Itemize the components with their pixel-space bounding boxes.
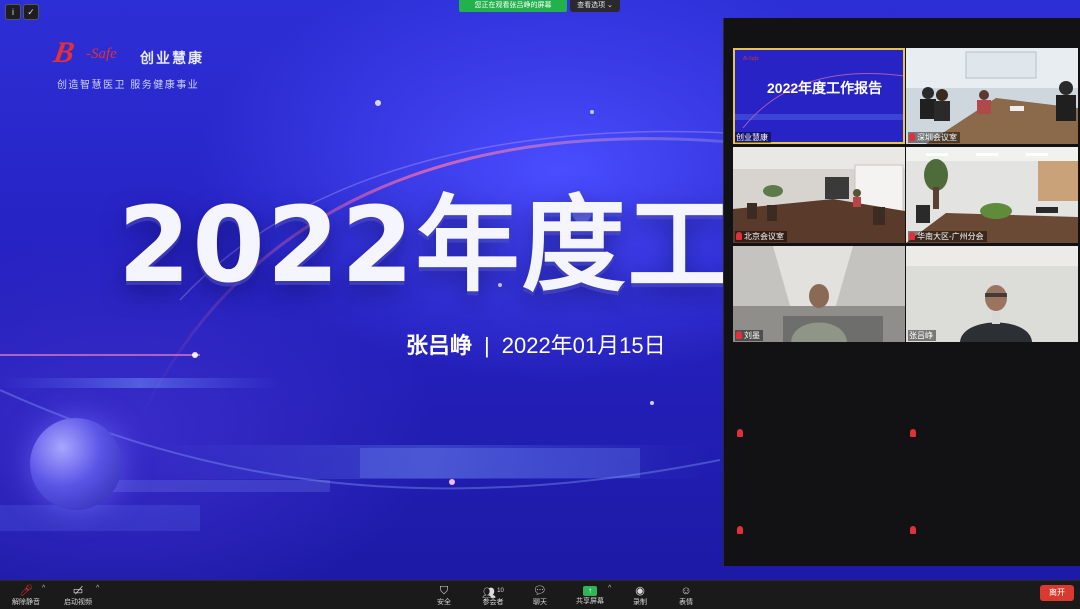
mic-muted-icon	[909, 133, 915, 141]
presenter-name: 张吕峥	[406, 333, 473, 358]
mic-muted-icon	[737, 526, 743, 534]
video-off-icon: ▭̸	[72, 585, 84, 597]
participant-gallery: B-Safe 2022年度工作报告 创业慧康 深圳会议室 北京会议室 华南大区-…	[723, 18, 1080, 566]
participant-tile[interactable]: 张吕峥	[906, 246, 1078, 342]
start-video-button[interactable]: ▭̸ 启动视频	[58, 581, 98, 609]
record-label: 录制	[633, 599, 647, 606]
mic-muted-icon	[910, 429, 916, 437]
participant-name: 深圳会议室	[908, 132, 960, 143]
video-feed	[906, 48, 1078, 144]
reactions-button[interactable]: ☺ 表情	[672, 581, 700, 609]
audio-options-caret-icon[interactable]: ^	[42, 585, 45, 592]
participants-label: 参会者	[482, 599, 504, 606]
unmute-label: 解除静音	[12, 599, 40, 606]
video-feed	[906, 246, 1078, 342]
decorative-orb	[30, 418, 122, 510]
participant-tile[interactable]	[733, 345, 905, 441]
chat-icon: 💬︎	[533, 585, 547, 597]
mic-muted-icon	[737, 429, 743, 437]
meeting-toolbar: 🎤︎ 解除静音 ^ ▭̸ 启动视频 ^ ⛉ 安全 👥︎10 参会者 💬︎ 聊天 …	[0, 580, 1080, 609]
participant-name-text: 刘墨	[744, 331, 760, 340]
company-tagline: 创造智慧医卫 服务健康事业	[57, 80, 200, 91]
participants-icon: 👥︎10	[482, 587, 504, 600]
participant-name: 北京会议室	[735, 231, 787, 242]
viewing-screen-banner: 您正在观看张吕峥的屏幕	[459, 0, 567, 12]
security-label: 安全	[437, 599, 451, 606]
record-button[interactable]: ◉ 录制	[626, 581, 654, 609]
participant-tile[interactable]	[906, 444, 1078, 540]
video-feed	[733, 147, 905, 243]
start-video-label: 启动视频	[64, 599, 92, 606]
svg-text:B-Safe: B-Safe	[743, 55, 759, 62]
participant-tile[interactable]: 华南大区-广州分会	[906, 147, 1078, 243]
shield-check-icon[interactable]: ✓	[23, 4, 39, 20]
participant-tile[interactable]	[733, 444, 905, 540]
mic-muted-icon	[910, 526, 916, 534]
chat-label: 聊天	[533, 599, 547, 606]
shield-icon: ⛉	[439, 585, 449, 597]
mic-muted-icon: 🎤︎	[19, 585, 33, 597]
unmute-button[interactable]: 🎤︎ 解除静音	[6, 581, 46, 609]
info-icon[interactable]: i	[5, 4, 21, 20]
participant-name-text: 深圳会议室	[917, 133, 957, 142]
video-feed	[733, 246, 905, 342]
chat-button[interactable]: 💬︎ 聊天	[526, 581, 554, 609]
security-button[interactable]: ⛉ 安全	[430, 581, 458, 609]
participant-tile[interactable]: 深圳会议室	[906, 48, 1078, 144]
mic-muted-icon	[736, 232, 742, 240]
presentation-date: 2022年01月15日	[501, 333, 666, 358]
mic-muted-icon	[909, 232, 915, 240]
share-screen-label: 共享屏幕	[576, 598, 604, 605]
reactions-label: 表情	[679, 599, 693, 606]
record-icon: ◉	[635, 585, 645, 597]
participants-button[interactable]: 👥︎10 参会者	[476, 581, 510, 609]
view-options-button[interactable]: 查看选项 ⌄	[570, 0, 620, 12]
participant-name-text: 北京会议室	[744, 232, 784, 241]
participant-tile[interactable]	[906, 345, 1078, 441]
participant-tile[interactable]: B-Safe 2022年度工作报告 创业慧康	[733, 48, 905, 144]
thumbnail-title: 2022年度工作报告	[767, 80, 883, 96]
participant-name: 创业慧康	[735, 132, 771, 143]
video-feed	[906, 147, 1078, 243]
mic-muted-icon	[736, 331, 742, 339]
share-screen-button[interactable]: ↑ 共享屏幕	[572, 581, 608, 609]
video-options-caret-icon[interactable]: ^	[96, 585, 99, 592]
participant-name: 华南大区-广州分会	[908, 231, 987, 242]
leave-meeting-button[interactable]: 离开	[1040, 585, 1074, 601]
participant-name-text: 华南大区-广州分会	[917, 232, 984, 241]
participant-tile[interactable]: 刘墨	[733, 246, 905, 342]
company-logo-script: -Safe	[86, 46, 117, 62]
participant-name: 刘墨	[735, 330, 763, 341]
company-logo-name: 创业慧康	[140, 50, 204, 66]
participant-name: 张吕峥	[908, 330, 936, 341]
byline-separator: |	[484, 333, 490, 358]
share-screen-icon: ↑	[583, 586, 597, 596]
slide-byline: 张吕峥 | 2022年01月15日	[406, 328, 666, 360]
smiley-icon: ☺	[680, 585, 692, 597]
share-options-caret-icon[interactable]: ^	[608, 585, 611, 592]
participants-count: 10	[497, 588, 504, 594]
participant-tile[interactable]: 北京会议室	[733, 147, 905, 243]
